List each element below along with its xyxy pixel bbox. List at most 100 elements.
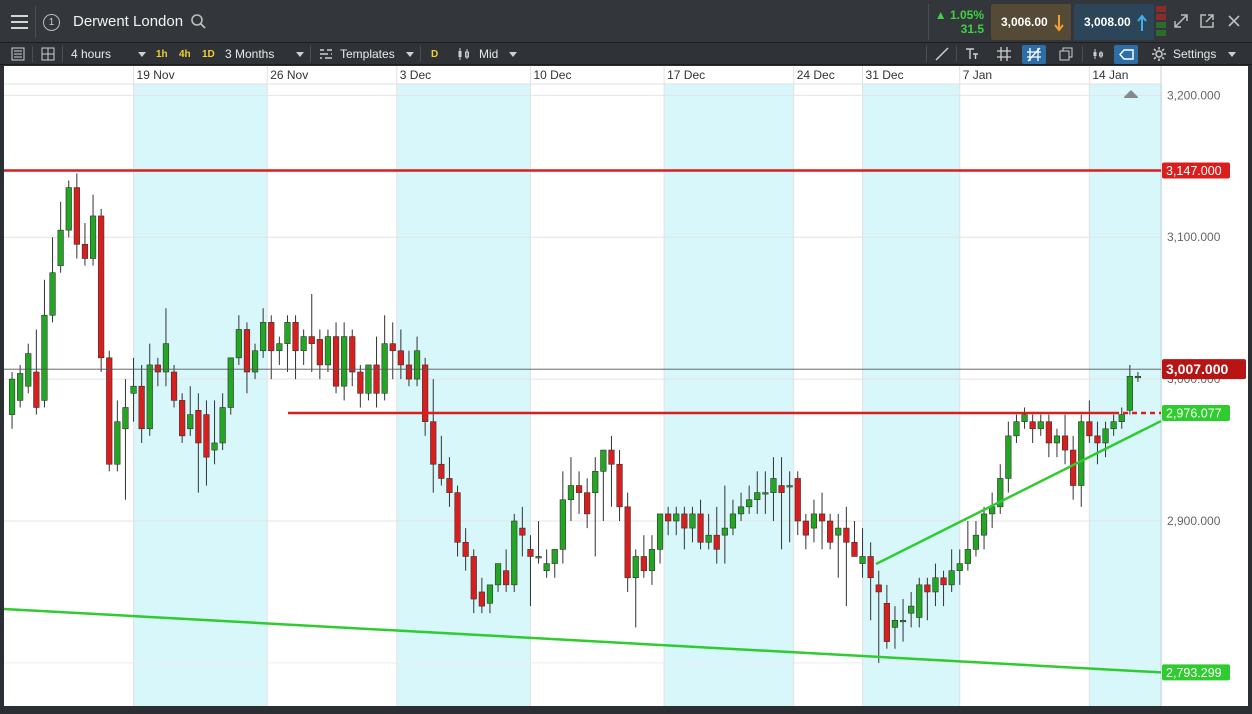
candle-body xyxy=(1118,414,1125,422)
menu-icon[interactable] xyxy=(4,6,36,38)
indicator-icon[interactable] xyxy=(1090,46,1106,62)
candle-body xyxy=(932,577,939,593)
candle-body xyxy=(8,378,16,415)
candle-body xyxy=(746,499,753,508)
list-icon[interactable] xyxy=(10,46,26,62)
candle-body xyxy=(57,229,64,266)
candle-body xyxy=(1070,449,1077,486)
candle-body xyxy=(527,549,534,557)
candle-body xyxy=(349,336,356,373)
candle-body xyxy=(810,513,818,529)
resistance-price-tag: 3,147.000 xyxy=(1166,164,1222,178)
price-type-select[interactable]: Mid xyxy=(479,46,498,63)
candle-body xyxy=(1134,375,1142,379)
candle-body xyxy=(98,215,105,359)
y-tick-label: 2,900.000 xyxy=(1167,514,1221,528)
settings-button[interactable]: Settings xyxy=(1173,46,1216,63)
popout-icon[interactable] xyxy=(1198,12,1216,30)
text-tool-icon[interactable] xyxy=(964,46,980,62)
candle-body xyxy=(972,534,980,550)
sell-price-button[interactable]: 3,006.00 xyxy=(991,4,1071,40)
candle-body xyxy=(665,513,672,522)
interval-4h-button[interactable]: 4h xyxy=(176,46,194,63)
candle-body xyxy=(486,584,494,604)
week-shade xyxy=(1089,84,1163,706)
price-chart-canvas[interactable]: 3,200.0003,100.0003,000.0002,900.00019 N… xyxy=(4,66,1248,706)
price-chart[interactable]: 3,200.0003,100.0003,000.0002,900.00019 N… xyxy=(4,66,1248,706)
x-tick-label: 3 Dec xyxy=(400,68,431,82)
candle-body xyxy=(389,343,396,352)
price-change: ▲ 1.05% 31.5 xyxy=(928,4,988,40)
y-tick-label: 3,200.000 xyxy=(1167,88,1221,102)
candle-body xyxy=(1110,421,1117,430)
candle-body xyxy=(891,620,899,628)
templates-button[interactable]: Templates xyxy=(340,46,395,63)
candle-body xyxy=(551,549,558,564)
sell-price: 3,006.00 xyxy=(1001,15,1048,29)
range-select[interactable]: 3 Months xyxy=(225,46,274,63)
candle-body xyxy=(41,314,48,401)
interval-1h-button[interactable]: 1h xyxy=(153,46,171,63)
week-shade xyxy=(664,84,794,706)
gear-icon[interactable] xyxy=(1151,46,1167,62)
candle-body xyxy=(179,400,186,437)
candle-body xyxy=(106,357,113,465)
interval-caret-icon[interactable] xyxy=(138,52,146,57)
candle-body xyxy=(235,329,242,359)
candle-body xyxy=(381,343,388,394)
candle-body xyxy=(25,353,32,387)
range-caret-icon[interactable] xyxy=(296,52,304,57)
grid-icon[interactable] xyxy=(996,46,1012,62)
candle-body xyxy=(835,527,842,536)
close-icon[interactable] xyxy=(1225,12,1243,30)
candle-body xyxy=(146,364,153,430)
candle-body xyxy=(276,343,283,352)
copy-icon[interactable] xyxy=(1058,46,1074,62)
candle-body xyxy=(559,499,566,550)
x-tick-label: 31 Dec xyxy=(866,68,904,82)
candle-body xyxy=(284,322,291,344)
price-type-badge[interactable]: D xyxy=(428,46,441,63)
candlestick-icon[interactable] xyxy=(456,46,472,62)
candle-body xyxy=(818,513,826,522)
week-shade xyxy=(396,84,531,706)
templates-icon[interactable] xyxy=(318,46,334,62)
candle-body xyxy=(81,244,89,259)
price-type-caret-icon[interactable] xyxy=(509,52,517,57)
candle-body xyxy=(1045,421,1052,444)
candle-body xyxy=(689,513,696,529)
chart-toolbar: 4 hours 1h 4h 1D 3 Months Templates D Mi… xyxy=(0,43,1252,65)
candle-body xyxy=(89,215,97,259)
interval-1d-button[interactable]: 1D xyxy=(199,46,218,63)
layout-grid-icon[interactable] xyxy=(40,46,56,62)
candle-body xyxy=(462,541,469,557)
alert-button[interactable] xyxy=(1114,45,1138,64)
candle-body xyxy=(859,556,866,564)
search-icon[interactable] xyxy=(190,13,207,30)
crosshair-button[interactable] xyxy=(1022,45,1046,64)
candle-body xyxy=(478,591,485,607)
candle-body xyxy=(260,322,267,352)
candle-body xyxy=(154,364,161,373)
expand-icon[interactable] xyxy=(1172,12,1190,30)
candle-body xyxy=(616,463,623,508)
candle-body xyxy=(608,449,615,465)
candle-body xyxy=(543,563,550,571)
draw-line-icon[interactable] xyxy=(934,46,950,62)
candle-body xyxy=(17,373,24,401)
settings-caret-icon[interactable] xyxy=(1228,52,1236,57)
y-tick-label: 3,100.000 xyxy=(1167,230,1221,244)
candle-body xyxy=(762,492,769,495)
candle-body xyxy=(1029,421,1036,430)
panel-number-badge[interactable]: 1 xyxy=(43,14,60,31)
candle-body xyxy=(964,549,971,564)
candle-body xyxy=(535,556,542,559)
candle-body xyxy=(908,605,915,614)
interval-select[interactable]: 4 hours xyxy=(71,46,111,63)
candle-body xyxy=(924,584,931,593)
candle-body xyxy=(592,471,599,493)
candle-body xyxy=(1053,435,1061,444)
buy-price-button[interactable]: 3,008.00 xyxy=(1074,4,1154,40)
templates-caret-icon[interactable] xyxy=(406,52,414,57)
instrument-name[interactable]: Derwent London xyxy=(73,13,183,30)
